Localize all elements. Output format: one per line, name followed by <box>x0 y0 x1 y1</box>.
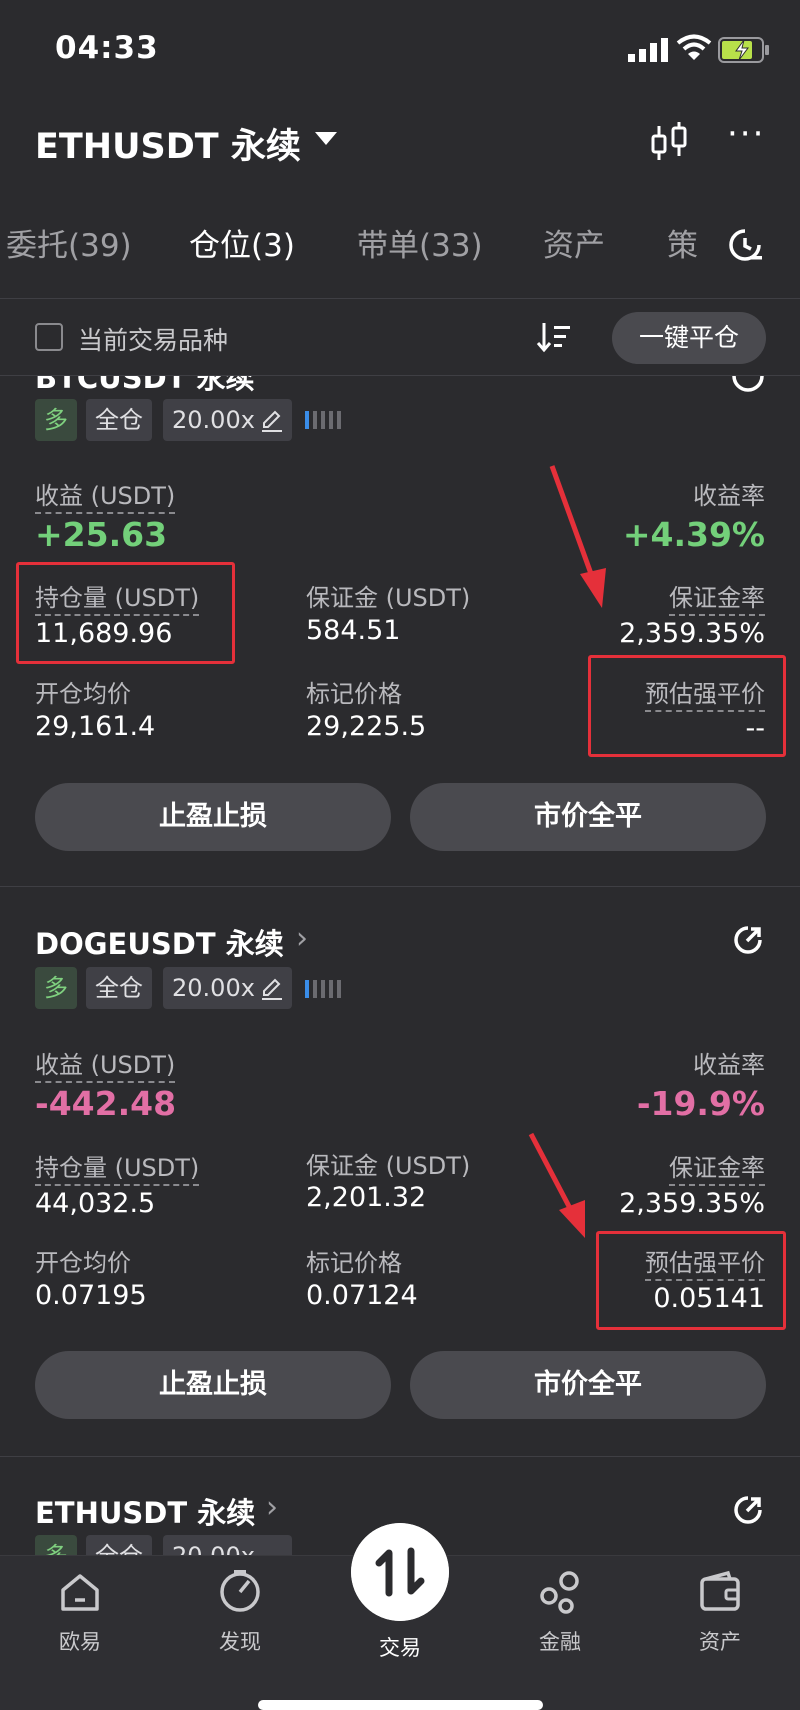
tab-assets[interactable]: 资产 <box>543 220 605 265</box>
entry-price-label: 开仓均价 <box>35 680 131 708</box>
side-badge: 多 <box>35 967 77 1009</box>
margin-value: 2,201.32 <box>306 1182 427 1213</box>
caret-down-icon[interactable] <box>315 132 337 145</box>
annotation-box-position-size <box>16 562 235 664</box>
position-title[interactable]: ETHUSDT 永续 <box>35 1490 255 1532</box>
share-icon[interactable] <box>730 1492 766 1528</box>
discover-icon <box>220 1570 260 1612</box>
mark-price-label: 标记价格 <box>306 1249 402 1277</box>
nav-assets[interactable]: 资产 <box>680 1570 760 1656</box>
position-size-label: 持仓量 (USDT) <box>35 1148 200 1186</box>
nav-finance[interactable]: 金融 <box>520 1570 600 1656</box>
wallet-icon <box>700 1570 740 1611</box>
margin-label: 保证金 (USDT) <box>306 1152 471 1180</box>
pnl-label: 收益 (USDT) <box>35 476 176 514</box>
annotation-arrow <box>528 1132 585 1238</box>
chevron-right-icon[interactable]: › <box>266 1490 278 1525</box>
wifi-icon <box>676 34 712 60</box>
margin-label: 保证金 (USDT) <box>306 584 471 612</box>
current-symbol-checkbox[interactable] <box>35 323 63 351</box>
battery-charging-icon <box>718 37 769 63</box>
tab-strategy[interactable]: 策 <box>667 220 698 265</box>
position-title[interactable]: DOGEUSDT 永续 <box>35 921 284 963</box>
risk-level-indicator <box>305 980 341 998</box>
roe-value: +4.39% <box>622 515 765 554</box>
status-time: 04:33 <box>55 30 159 66</box>
pnl-value: +25.63 <box>35 515 168 554</box>
pnl-label: 收益 (USDT) <box>35 1045 176 1083</box>
tab-positions[interactable]: 仓位(3) <box>189 220 295 265</box>
roe-label: 收益率 <box>693 482 765 510</box>
market-close-button[interactable]: 市价全平 <box>410 783 766 851</box>
mark-price-value: 0.07124 <box>306 1280 418 1311</box>
candlestick-chart-icon[interactable] <box>648 120 690 164</box>
annotation-box-liquidation-price <box>596 1231 786 1330</box>
page-title[interactable]: ETHUSDT 永续 <box>35 118 301 169</box>
leverage-value: 20.00x <box>172 974 255 1002</box>
tab-copy-trading[interactable]: 带单(33) <box>357 220 483 265</box>
pnl-value: -442.48 <box>35 1084 177 1123</box>
card-divider <box>0 1456 800 1457</box>
home-icon <box>61 1574 99 1611</box>
margin-ratio-value: 2,359.35% <box>619 618 765 649</box>
risk-level-indicator <box>305 411 341 429</box>
entry-price-value: 29,161.4 <box>35 711 156 742</box>
side-badge: 多 <box>35 399 77 441</box>
leverage-value: 20.00x <box>172 406 255 434</box>
margin-mode-badge: 全仓 <box>86 967 152 1009</box>
leverage-badge[interactable]: 20.00x <box>163 967 292 1009</box>
home-indicator <box>258 1700 543 1710</box>
trade-swap-icon[interactable] <box>351 1523 449 1621</box>
sort-icon[interactable] <box>536 320 572 354</box>
margin-ratio-label: 保证金率 <box>669 578 765 616</box>
tab-orders[interactable]: 委托(39) <box>6 220 132 265</box>
card-divider <box>0 886 800 887</box>
margin-mode-badge: 全仓 <box>86 399 152 441</box>
nav-home[interactable]: 欧易 <box>40 1570 120 1656</box>
more-icon[interactable]: ··· <box>727 117 763 154</box>
nav-discover[interactable]: 发现 <box>200 1570 280 1656</box>
cellular-signal-icon <box>628 38 668 62</box>
mark-price-label: 标记价格 <box>306 680 402 708</box>
annotation-arrow <box>549 465 606 608</box>
current-symbol-label: 当前交易品种 <box>78 326 229 355</box>
margin-ratio-value: 2,359.35% <box>619 1188 765 1219</box>
leverage-badge[interactable]: 20.00x <box>163 399 292 441</box>
history-clock-icon[interactable] <box>726 226 764 264</box>
annotation-box-liquidation-price <box>588 655 786 757</box>
margin-value: 584.51 <box>306 615 401 646</box>
chevron-right-icon[interactable]: › <box>296 921 308 956</box>
tp-sl-button[interactable]: 止盈止损 <box>35 783 391 851</box>
roe-label: 收益率 <box>693 1051 765 1079</box>
margin-ratio-label: 保证金率 <box>669 1148 765 1186</box>
close-all-button[interactable]: 一键平仓 <box>612 312 766 364</box>
position-size-value: 44,032.5 <box>35 1188 156 1219</box>
tp-sl-button[interactable]: 止盈止损 <box>35 1351 391 1419</box>
market-close-button[interactable]: 市价全平 <box>410 1351 766 1419</box>
finance-icon <box>540 1571 579 1614</box>
edit-pencil-icon[interactable] <box>260 409 284 433</box>
filter-divider <box>0 375 800 376</box>
entry-price-label: 开仓均价 <box>35 1249 131 1277</box>
roe-value: -19.9% <box>636 1084 765 1123</box>
mark-price-value: 29,225.5 <box>306 711 427 742</box>
entry-price-value: 0.07195 <box>35 1280 147 1311</box>
share-icon[interactable] <box>730 922 766 958</box>
edit-pencil-icon[interactable] <box>260 977 284 1001</box>
nav-trade-label[interactable]: 交易 <box>360 1632 440 1662</box>
